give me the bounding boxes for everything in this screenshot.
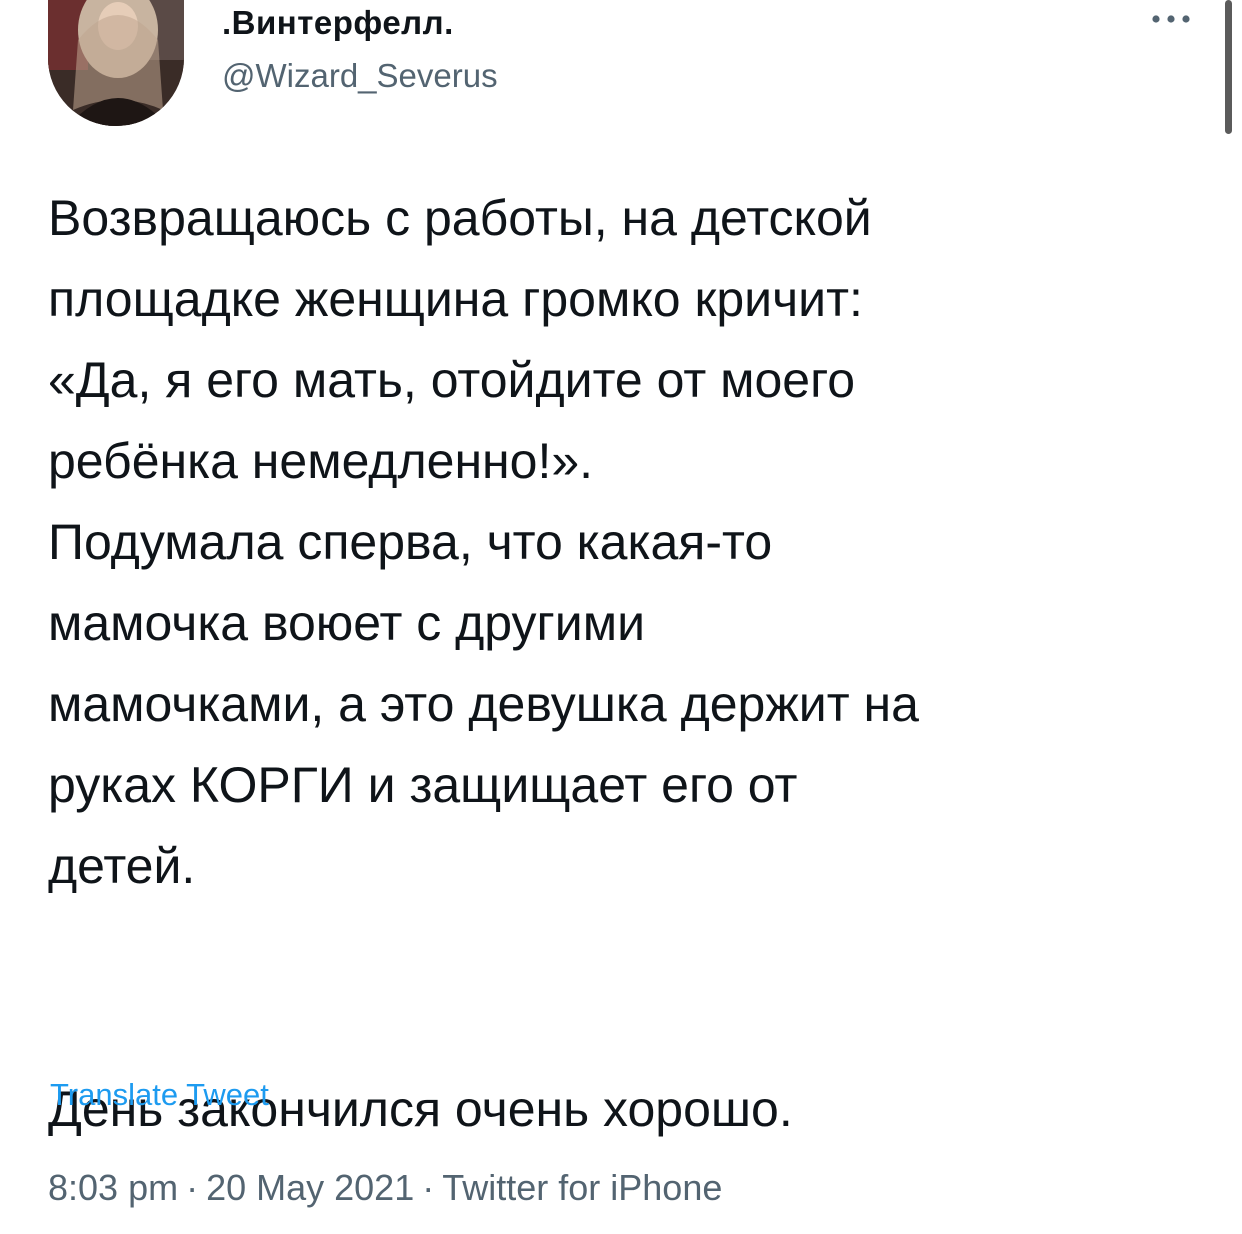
tweet-text-line: Возвращаюсь с работы, на детской [48, 190, 872, 246]
scrollbar[interactable] [1225, 0, 1232, 134]
avatar[interactable] [48, 0, 184, 126]
tweet-text: Возвращаюсь с работы, на детской площадк… [48, 178, 1208, 1150]
translate-tweet-link[interactable]: Translate Tweet [50, 1077, 269, 1113]
avatar-icon [48, 0, 184, 126]
tweet-text-line: мамочка воюет с другими [48, 595, 646, 651]
author-handle[interactable]: @Wizard_Severus [222, 57, 498, 95]
tweet-date[interactable]: 20 May 2021 [206, 1167, 414, 1208]
tweet-source[interactable]: Twitter for iPhone [442, 1167, 722, 1208]
tweet-time[interactable]: 8:03 pm [48, 1167, 178, 1208]
tweet-meta: 8:03 pm · 20 May 2021 · Twitter for iPhone [48, 1167, 722, 1209]
tweet-text-line: мамочками, а это девушка держит на [48, 676, 919, 732]
author-display-name[interactable]: .Винтерфелл. [222, 4, 454, 42]
meta-separator: · [186, 1167, 199, 1208]
tweet-text-line: ребёнка немедленно!». [48, 433, 594, 489]
tweet-text-line: площадке женщина громко кричит: [48, 271, 863, 327]
more-button[interactable] [1148, 2, 1194, 32]
tweet-text-line: детей. [48, 838, 196, 894]
meta-separator: · [422, 1167, 435, 1208]
tweet-text-line: руках КОРГИ и защищает его от [48, 757, 798, 813]
tweet-text-line: Подумала сперва, что какая-то [48, 514, 773, 570]
tweet-text-line: «Да, я его мать, отойдите от моего [48, 352, 856, 408]
more-horizontal-icon [1152, 15, 1190, 23]
